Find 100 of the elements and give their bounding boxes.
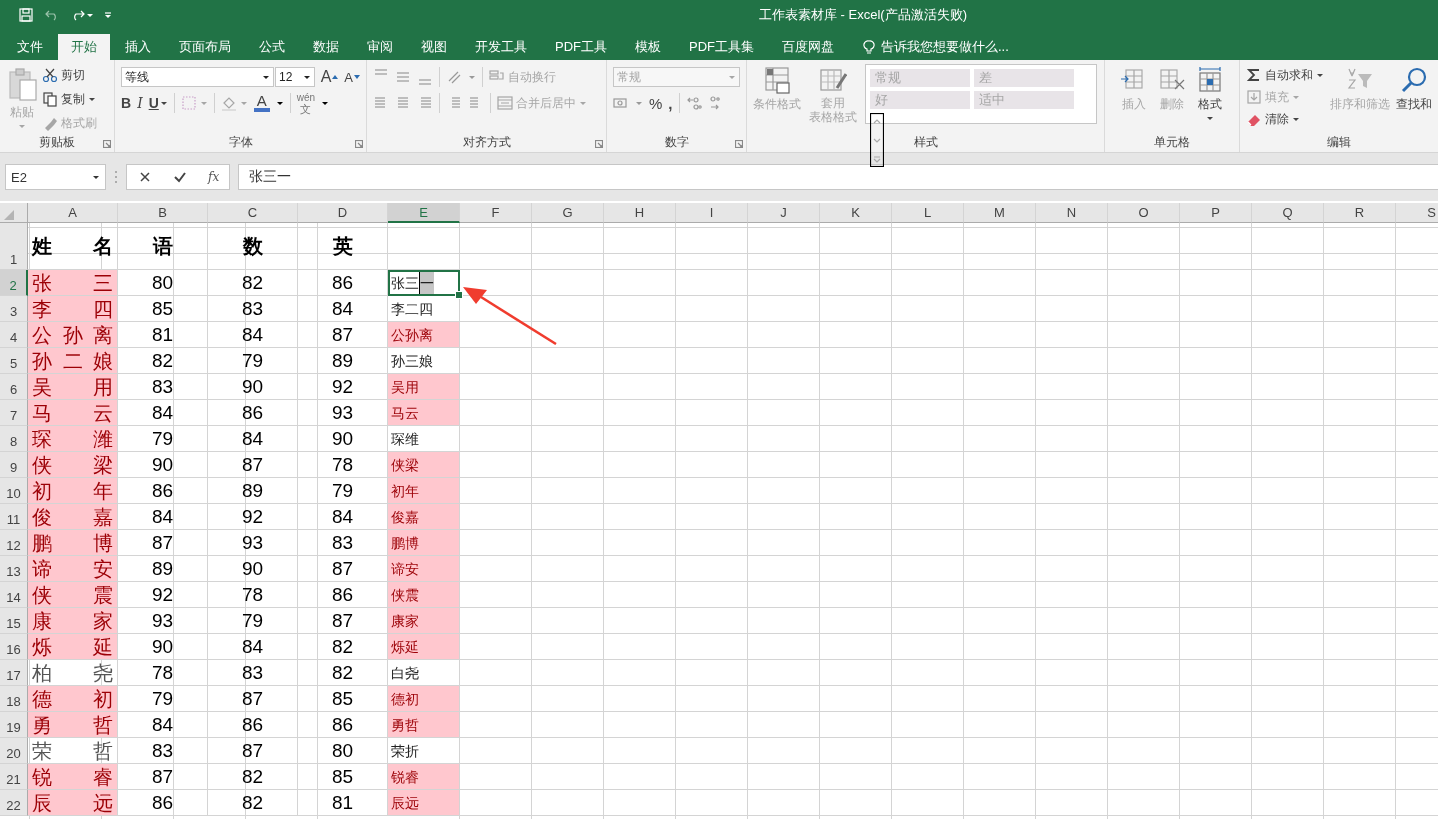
column-header[interactable]: H bbox=[604, 203, 676, 223]
row-header[interactable]: 21 bbox=[0, 764, 28, 790]
column-header[interactable]: E bbox=[388, 203, 460, 223]
row-header[interactable]: 6 bbox=[0, 374, 28, 400]
clear-button[interactable]: 清除 bbox=[1246, 108, 1324, 130]
caret-icon bbox=[239, 100, 248, 106]
grip-icon bbox=[114, 169, 118, 185]
ribbon-tab[interactable]: 百度网盘 bbox=[769, 34, 847, 60]
column-header[interactable]: C bbox=[208, 203, 298, 223]
grow-font-button[interactable]: A bbox=[320, 66, 339, 88]
ribbon-tab[interactable]: 公式 bbox=[246, 34, 298, 60]
table-cell[interactable]: 鹏博 bbox=[388, 530, 460, 556]
column-header[interactable]: D bbox=[298, 203, 388, 223]
table-cell[interactable]: 锐睿 bbox=[388, 764, 460, 790]
table-cell[interactable]: 侠震 bbox=[388, 582, 460, 608]
row-header[interactable]: 18 bbox=[0, 686, 28, 712]
table-cell[interactable]: 张三一 bbox=[388, 270, 460, 296]
column-header[interactable]: F bbox=[460, 203, 532, 223]
shrink-font-button[interactable]: A bbox=[344, 66, 360, 88]
ribbon-tab[interactable]: 审阅 bbox=[354, 34, 406, 60]
row-header[interactable]: 15 bbox=[0, 608, 28, 634]
column-header[interactable]: A bbox=[28, 203, 118, 223]
row-header[interactable]: 11 bbox=[0, 504, 28, 530]
format-cells-button[interactable]: 格式 bbox=[1196, 64, 1224, 134]
ribbon-tab[interactable]: 开发工具 bbox=[462, 34, 540, 60]
ribbon-tab[interactable]: PDF工具 bbox=[542, 34, 620, 60]
table-cell[interactable]: 吴用 bbox=[388, 374, 460, 400]
table-cell[interactable]: 侠梁 bbox=[388, 452, 460, 478]
table-cell[interactable]: 德初 bbox=[388, 686, 460, 712]
tell-me-field[interactable]: 告诉我您想要做什么... bbox=[881, 38, 1009, 56]
font-color-button[interactable]: A bbox=[253, 94, 270, 112]
row-header[interactable]: 12 bbox=[0, 530, 28, 556]
row-header[interactable]: 14 bbox=[0, 582, 28, 608]
table-cell[interactable]: 俊嘉 bbox=[388, 504, 460, 530]
column-header[interactable]: I bbox=[676, 203, 748, 223]
row-header[interactable]: 9 bbox=[0, 452, 28, 478]
column-header[interactable]: S bbox=[1396, 203, 1438, 223]
row-header[interactable]: 5 bbox=[0, 348, 28, 374]
percent-button[interactable]: % bbox=[649, 92, 663, 114]
row-header[interactable]: 10 bbox=[0, 478, 28, 504]
column-header[interactable]: R bbox=[1324, 203, 1396, 223]
ribbon-tab[interactable]: 视图 bbox=[408, 34, 460, 60]
font-size-field[interactable]: 12 bbox=[275, 67, 315, 87]
row-header[interactable]: 2 bbox=[0, 270, 28, 296]
autosum-button[interactable]: 自动求和 bbox=[1246, 64, 1324, 86]
column-header[interactable]: M bbox=[964, 203, 1036, 223]
table-cell[interactable]: 初年 bbox=[388, 478, 460, 504]
ribbon-tab[interactable]: 文件 bbox=[4, 34, 56, 60]
table-cell: 90 bbox=[118, 634, 208, 660]
table-cell: 86 bbox=[208, 400, 298, 426]
ribbon-tab[interactable]: 开始 bbox=[58, 34, 110, 60]
table-cell[interactable]: 公孙离 bbox=[388, 322, 460, 348]
ribbon-tab[interactable]: 插入 bbox=[112, 34, 164, 60]
row-header[interactable]: 16 bbox=[0, 634, 28, 660]
table-cell: 79 bbox=[118, 426, 208, 452]
column-header[interactable]: N bbox=[1036, 203, 1108, 223]
italic-button[interactable]: I bbox=[137, 92, 143, 114]
ribbon-tab[interactable]: PDF工具集 bbox=[676, 34, 767, 60]
column-header[interactable]: B bbox=[118, 203, 208, 223]
row-header[interactable]: 1 bbox=[0, 223, 28, 270]
ribbon-tab[interactable]: 数据 bbox=[300, 34, 352, 60]
table-cell: 德初 bbox=[28, 686, 118, 712]
column-header[interactable]: L bbox=[892, 203, 964, 223]
row-header[interactable]: 20 bbox=[0, 738, 28, 764]
column-header[interactable]: O bbox=[1108, 203, 1180, 223]
row-header[interactable]: 17 bbox=[0, 660, 28, 686]
table-cell[interactable]: 谛安 bbox=[388, 556, 460, 582]
table-cell[interactable]: 马云 bbox=[388, 400, 460, 426]
row-header[interactable]: 7 bbox=[0, 400, 28, 426]
find-select-button[interactable]: 查找和 bbox=[1396, 64, 1432, 134]
comma-button[interactable]: , bbox=[668, 92, 673, 114]
table-cell[interactable]: 烁延 bbox=[388, 634, 460, 660]
table-cell[interactable]: 康家 bbox=[388, 608, 460, 634]
bold-button[interactable]: B bbox=[121, 92, 132, 114]
row-header[interactable]: 4 bbox=[0, 322, 28, 348]
phonetic-button[interactable]: wén 文 bbox=[296, 91, 316, 115]
column-header[interactable]: P bbox=[1180, 203, 1252, 223]
row-header[interactable]: 22 bbox=[0, 790, 28, 816]
fill-handle[interactable] bbox=[455, 291, 463, 299]
row-header[interactable]: 13 bbox=[0, 556, 28, 582]
copy-button[interactable]: 复制 bbox=[42, 88, 97, 110]
ribbon-tab[interactable]: 模板 bbox=[622, 34, 674, 60]
cut-button[interactable]: 剪切 bbox=[42, 64, 97, 86]
table-cell: 87 bbox=[208, 738, 298, 764]
column-header[interactable]: G bbox=[532, 203, 604, 223]
table-cell: 80 bbox=[298, 738, 388, 764]
column-header[interactable]: K bbox=[820, 203, 892, 223]
row-header[interactable]: 19 bbox=[0, 712, 28, 738]
name-box[interactable]: E2 bbox=[5, 164, 106, 190]
formula-field[interactable]: 张三一 bbox=[238, 164, 1438, 190]
ribbon-tab[interactable]: 页面布局 bbox=[166, 34, 244, 60]
insert-function-button[interactable]: fx bbox=[208, 170, 220, 184]
row-header[interactable]: 8 bbox=[0, 426, 28, 452]
row-header[interactable]: 3 bbox=[0, 296, 28, 322]
column-header[interactable]: Q bbox=[1252, 203, 1324, 223]
underline-button[interactable]: U bbox=[148, 92, 168, 114]
font-name-field[interactable]: 等线 bbox=[121, 67, 275, 87]
table-cell[interactable]: 勇哲 bbox=[388, 712, 460, 738]
column-header[interactable]: J bbox=[748, 203, 820, 223]
table-cell[interactable]: 辰远 bbox=[388, 790, 460, 816]
